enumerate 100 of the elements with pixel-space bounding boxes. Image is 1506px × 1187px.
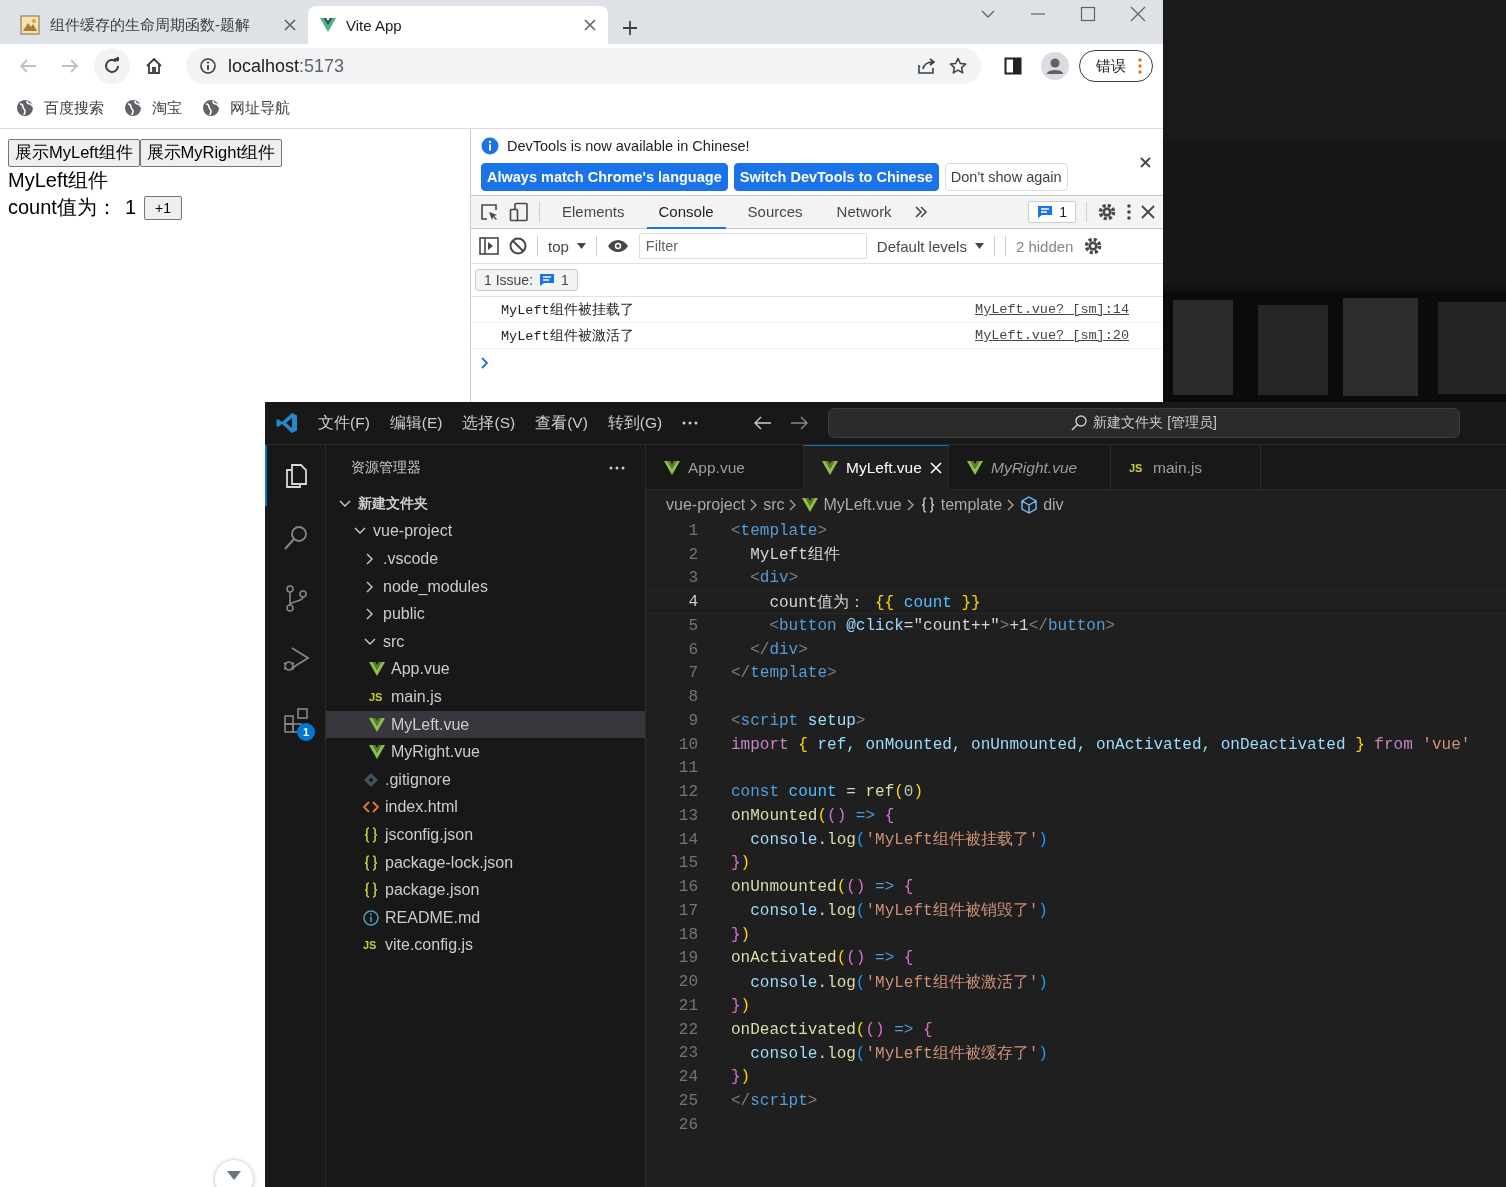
new-tab-icon[interactable]	[622, 20, 638, 36]
devtools-tab[interactable]: Elements	[550, 195, 637, 229]
banner-button[interactable]: Don't show again	[944, 163, 1068, 191]
tree-item[interactable]: MyRight.vue	[326, 738, 645, 766]
tree-item[interactable]: .vscode	[326, 545, 645, 573]
vue-logo-icon	[822, 461, 838, 475]
reload-icon[interactable]	[103, 57, 121, 75]
source-link[interactable]: MyLeft.vue? [sm]:20	[975, 328, 1129, 343]
maximize-icon[interactable]	[1080, 6, 1096, 22]
tree-item[interactable]: jsconfig.json	[326, 821, 645, 849]
breadcrumb-item[interactable]: MyLeft.vue	[802, 495, 902, 514]
tree-item[interactable]: MyLeft.vue	[326, 710, 645, 739]
code-line: onUnmounted(() => {	[730, 878, 914, 897]
side-panel-icon[interactable]	[1004, 57, 1022, 75]
home-icon[interactable]	[145, 57, 163, 75]
more-icon[interactable]	[609, 465, 625, 470]
tree-item[interactable]: package.json	[326, 876, 645, 904]
vue-logo-icon	[369, 717, 385, 732]
run-debug-icon[interactable]	[282, 644, 310, 673]
menu-item[interactable]: 编辑(E)	[389, 412, 443, 434]
browser-tab[interactable]: 组件缓存的生命周期函数-题解	[8, 6, 308, 44]
prompt-chevron-icon[interactable]	[481, 357, 489, 369]
issues-button[interactable]: 1 Issue: 1	[475, 269, 578, 291]
extensions-icon[interactable]	[282, 705, 310, 734]
menu-item[interactable]: 转到(G)	[607, 412, 663, 434]
source-link[interactable]: MyLeft.vue? [sm]:14	[975, 302, 1129, 317]
clear-icon[interactable]	[509, 237, 527, 255]
editor-tab[interactable]: MyRight.vue	[949, 445, 1111, 489]
banner-button[interactable]: Always match Chrome's language	[481, 163, 728, 191]
forward-arrow-icon[interactable]	[790, 416, 809, 430]
tree-item[interactable]: public	[326, 600, 645, 628]
close-icon[interactable]	[1140, 157, 1151, 168]
settings-icon[interactable]	[1083, 236, 1104, 256]
code-line: count值为： {{ count }}	[768, 592, 981, 613]
breadcrumb-item[interactable]: template	[919, 495, 1003, 514]
message-icon	[539, 273, 556, 287]
menu-item[interactable]: 查看(V)	[535, 412, 588, 434]
tab-close-icon[interactable]	[284, 19, 296, 31]
star-icon[interactable]	[949, 57, 967, 75]
tree-item[interactable]: README.md	[326, 903, 645, 932]
toggle-component-button[interactable]: 展示MyLeft组件	[8, 139, 140, 167]
tree-item[interactable]: JS vite.config.js	[326, 931, 645, 960]
more-icon[interactable]	[682, 421, 699, 425]
devtools-tab[interactable]: Sources	[735, 195, 815, 229]
tree-item[interactable]: vue-project	[326, 517, 645, 546]
code-line: MyLeft组件	[749, 545, 840, 566]
line-number: 13	[677, 806, 698, 825]
code-line: </template>	[730, 664, 837, 683]
bookmark-link[interactable]: 淘宝	[124, 98, 182, 118]
line-number: 14	[677, 830, 698, 849]
editor-tab[interactable]: JS main.js	[1111, 445, 1261, 489]
tree-item[interactable]: index.html	[326, 793, 645, 822]
eye-icon[interactable]	[606, 239, 629, 253]
info-icon	[363, 909, 379, 926]
code-line: const count = ref(0)	[730, 783, 924, 802]
tree-item[interactable]: JS main.js	[326, 683, 645, 711]
kebab-menu-icon	[1138, 58, 1142, 74]
command-search-field[interactable]: 新建文件夹 [管理员]	[828, 408, 1460, 438]
tree-item[interactable]: src	[326, 627, 645, 656]
toggle-component-button[interactable]: 展示MyRight组件	[139, 139, 283, 167]
tree-item[interactable]: node_modules	[326, 572, 645, 601]
breadcrumb-item[interactable]: vue-project	[666, 495, 746, 514]
tree-item[interactable]: App.vue	[326, 655, 645, 684]
device-toolbar-icon[interactable]	[509, 202, 529, 222]
inspect-element-icon[interactable]	[479, 202, 499, 222]
devtools-tab[interactable]: Network	[824, 195, 904, 229]
more-tabs-icon[interactable]	[913, 205, 928, 219]
context-dropdown[interactable]: top	[548, 237, 586, 255]
tree-item[interactable]: 新建文件夹	[326, 490, 645, 518]
avatar-icon[interactable]	[1041, 52, 1069, 80]
browser-tab[interactable]: Vite App	[308, 6, 608, 44]
floating-toggle-button[interactable]	[214, 1159, 254, 1187]
line-number: 10	[677, 735, 698, 754]
breadcrumb-item[interactable]: div	[1020, 495, 1064, 514]
bookmark-link[interactable]: 百度搜索	[16, 98, 104, 118]
sidebar-toggle-icon[interactable]	[479, 237, 499, 255]
devtools-tab[interactable]: Console	[646, 195, 726, 229]
tab-close-icon[interactable]	[584, 19, 596, 31]
menu-item[interactable]: 选择(S)	[462, 412, 516, 434]
kebab-menu-icon[interactable]	[1127, 204, 1131, 220]
levels-dropdown[interactable]: Default levels	[876, 237, 984, 255]
increment-button[interactable]: +1	[144, 195, 183, 220]
back-arrow-icon[interactable]	[754, 416, 773, 430]
close-icon[interactable]	[1141, 205, 1155, 219]
settings-icon[interactable]	[1097, 202, 1117, 222]
tree-item[interactable]: .gitignore	[326, 765, 645, 794]
profile-error-button[interactable]: 错误	[1079, 50, 1153, 82]
editor-tab[interactable]: MyLeft.vue	[804, 445, 949, 490]
component-heading: MyLeft组件	[8, 168, 110, 193]
info-icon[interactable]	[200, 58, 216, 74]
share-icon[interactable]	[917, 57, 937, 75]
code-line: </div>	[749, 640, 808, 659]
menu-item[interactable]: 文件(F)	[318, 412, 370, 434]
breadcrumb-item[interactable]: src	[763, 495, 785, 514]
tree-item[interactable]: package-lock.json	[326, 848, 645, 877]
bookmark-link[interactable]: 网址导航	[202, 98, 290, 118]
banner-button[interactable]: Switch DevTools to Chinese	[733, 163, 939, 191]
filter-field[interactable]: Filter	[638, 233, 867, 259]
code-line: console.log('MyLeft组件被销毁了')	[749, 901, 1048, 922]
issues-button[interactable]: 1	[1028, 201, 1076, 223]
